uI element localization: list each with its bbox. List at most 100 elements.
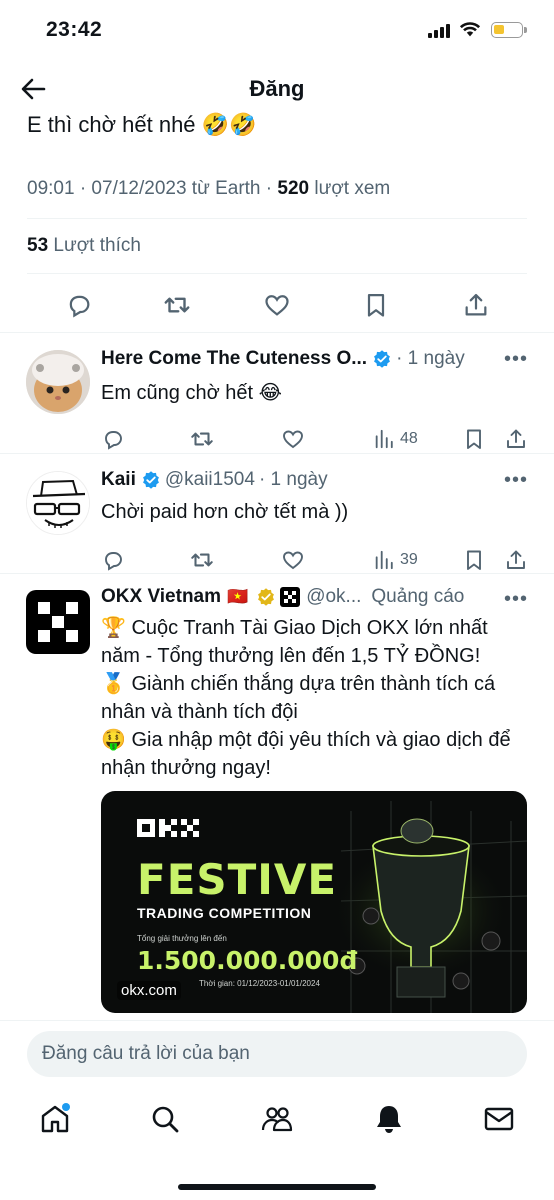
views-button[interactable]: 48 (373, 424, 418, 454)
views-count: 520 (277, 178, 310, 199)
likes-label: Lượt thích (48, 235, 141, 256)
like-button[interactable] (281, 424, 305, 454)
like-button[interactable] (281, 545, 305, 575)
analytics-icon (375, 429, 393, 449)
share-button[interactable] (461, 290, 491, 320)
reply-text: Em cũng chờ hết 😂 (101, 382, 283, 404)
reply-author-name[interactable]: Kaii (101, 469, 136, 491)
bookmark-button[interactable] (462, 545, 486, 575)
ad-author-handle[interactable]: @ok... (306, 586, 361, 608)
reply-time: · 1 ngày (258, 469, 328, 490)
status-bar: 23:42 (0, 0, 554, 62)
verified-badge-icon (142, 471, 159, 489)
card-time-label: Thời gian: 01/12/2023-01/01/2024 (199, 979, 320, 988)
share-button[interactable] (504, 424, 528, 454)
sketch-avatar-image (27, 472, 89, 534)
ad-header: OKX Vietnam 🇻🇳 @ok... Quảng cáo (101, 586, 464, 608)
repost-icon (191, 432, 213, 446)
search-icon[interactable] (148, 1102, 182, 1136)
ad-text: 🏆 Cuộc Tranh Tài Giao Dịch OKX lớn nhất … (101, 614, 531, 782)
share-icon (507, 429, 525, 448)
likes-count: 53 (27, 235, 49, 256)
reply-composer[interactable] (27, 1031, 527, 1077)
reply-tweet[interactable]: Kaii @kaii1504 · 1 ngày ••• Chời paid hơ… (0, 467, 554, 571)
ad-text-line: 🏆 Cuộc Tranh Tài Giao Dịch OKX lớn nhất … (101, 617, 488, 667)
nav-header: Đăng (0, 62, 554, 116)
notifications-bell-icon[interactable] (372, 1102, 406, 1136)
reply-text: Chời paid hơn chờ tết mà )) (101, 501, 349, 523)
comment-icon (105, 552, 122, 571)
avatar[interactable] (26, 350, 90, 414)
wifi-icon (459, 22, 481, 37)
verified-badge-icon (374, 350, 390, 368)
messages-mail-icon[interactable] (482, 1102, 516, 1136)
ad-label: Quảng cáo (371, 586, 465, 607)
likes-row[interactable]: 53 Lượt thích (27, 235, 141, 257)
reply-button[interactable] (101, 545, 125, 575)
reply-tweet[interactable]: Here Come The Cuteness O... · 1 ngày •••… (0, 346, 554, 450)
reply-time: · 1 ngày (396, 348, 465, 369)
okx-wordmark-icon (137, 819, 199, 837)
repost-icon (191, 553, 213, 567)
card-prize-amount: 1.500.000.000đ (137, 946, 358, 975)
reply-button[interactable] (101, 424, 125, 454)
communities-icon[interactable] (260, 1102, 294, 1136)
bookmark-button[interactable] (462, 424, 486, 454)
reply-button[interactable] (64, 290, 94, 320)
post-timestamp: 09:01 · 07/12/2023 từ Earth · (27, 178, 278, 199)
card-festive-title: FESTIVE (137, 855, 338, 904)
repost-button[interactable] (189, 424, 215, 454)
views-count: 39 (400, 551, 418, 568)
ad-author-name[interactable]: OKX Vietnam (101, 586, 221, 608)
avatar[interactable] (26, 471, 90, 535)
comment-icon (69, 295, 90, 318)
share-button[interactable] (504, 545, 528, 575)
okx-logo-avatar[interactable] (26, 590, 90, 654)
analytics-icon (375, 550, 393, 570)
card-subtitle: TRADING COMPETITION (137, 905, 312, 921)
reply-author-name[interactable]: Here Come The Cuteness O... (101, 348, 367, 370)
card-domain-label[interactable]: okx.com (117, 981, 181, 1000)
ad-text-line: 🥇 Giành chiến thắng dựa trên thành tích … (101, 673, 496, 723)
cat-avatar-image (26, 350, 90, 414)
reply-author-handle[interactable]: @kaii1504 (165, 469, 255, 491)
gold-verified-badge-icon (258, 588, 275, 606)
divider (0, 453, 554, 454)
more-options-icon[interactable]: ••• (504, 348, 528, 371)
card-prize-label: Tổng giải thưởng lên đến (137, 934, 227, 943)
bookmark-icon (467, 429, 481, 449)
divider (0, 332, 554, 333)
home-icon[interactable] (38, 1102, 72, 1136)
post-meta: 09:01 · 07/12/2023 từ Earth · 520 lượt x… (27, 178, 390, 200)
home-indicator (178, 1184, 376, 1190)
repost-button[interactable] (189, 545, 215, 575)
views-button[interactable]: 39 (373, 545, 418, 575)
bookmark-button[interactable] (361, 290, 391, 320)
repost-button[interactable] (162, 290, 192, 320)
bookmark-icon (467, 550, 481, 570)
comment-icon (105, 431, 122, 450)
more-options-icon[interactable]: ••• (504, 469, 528, 492)
page-title: Đăng (249, 76, 305, 101)
heart-icon (283, 551, 303, 570)
repost-icon (164, 297, 190, 313)
bottom-tab-bar (0, 1088, 554, 1158)
divider (0, 573, 554, 574)
reply-action-bar: 48 (101, 424, 531, 454)
share-icon (465, 293, 487, 316)
status-time: 23:42 (46, 18, 103, 41)
vietnam-flag-icon: 🇻🇳 (227, 587, 249, 606)
bookmark-icon (367, 293, 385, 317)
more-options-icon[interactable]: ••• (504, 588, 528, 611)
ad-media-card[interactable]: FESTIVE TRADING COMPETITION Tổng giải th… (101, 791, 527, 1013)
reply-input[interactable] (27, 1031, 527, 1077)
reply-header: Here Come The Cuteness O... · 1 ngày (101, 346, 465, 372)
heart-icon (265, 295, 289, 316)
cellular-signal-icon (428, 24, 450, 38)
like-button[interactable] (262, 290, 292, 320)
share-icon (507, 550, 525, 569)
ad-text-line: 🤑 Gia nhập một đội yêu thích và giao dịc… (101, 729, 511, 779)
views-label: lượt xem (309, 178, 391, 199)
okx-logo-icon (38, 602, 78, 642)
divider (27, 218, 527, 219)
